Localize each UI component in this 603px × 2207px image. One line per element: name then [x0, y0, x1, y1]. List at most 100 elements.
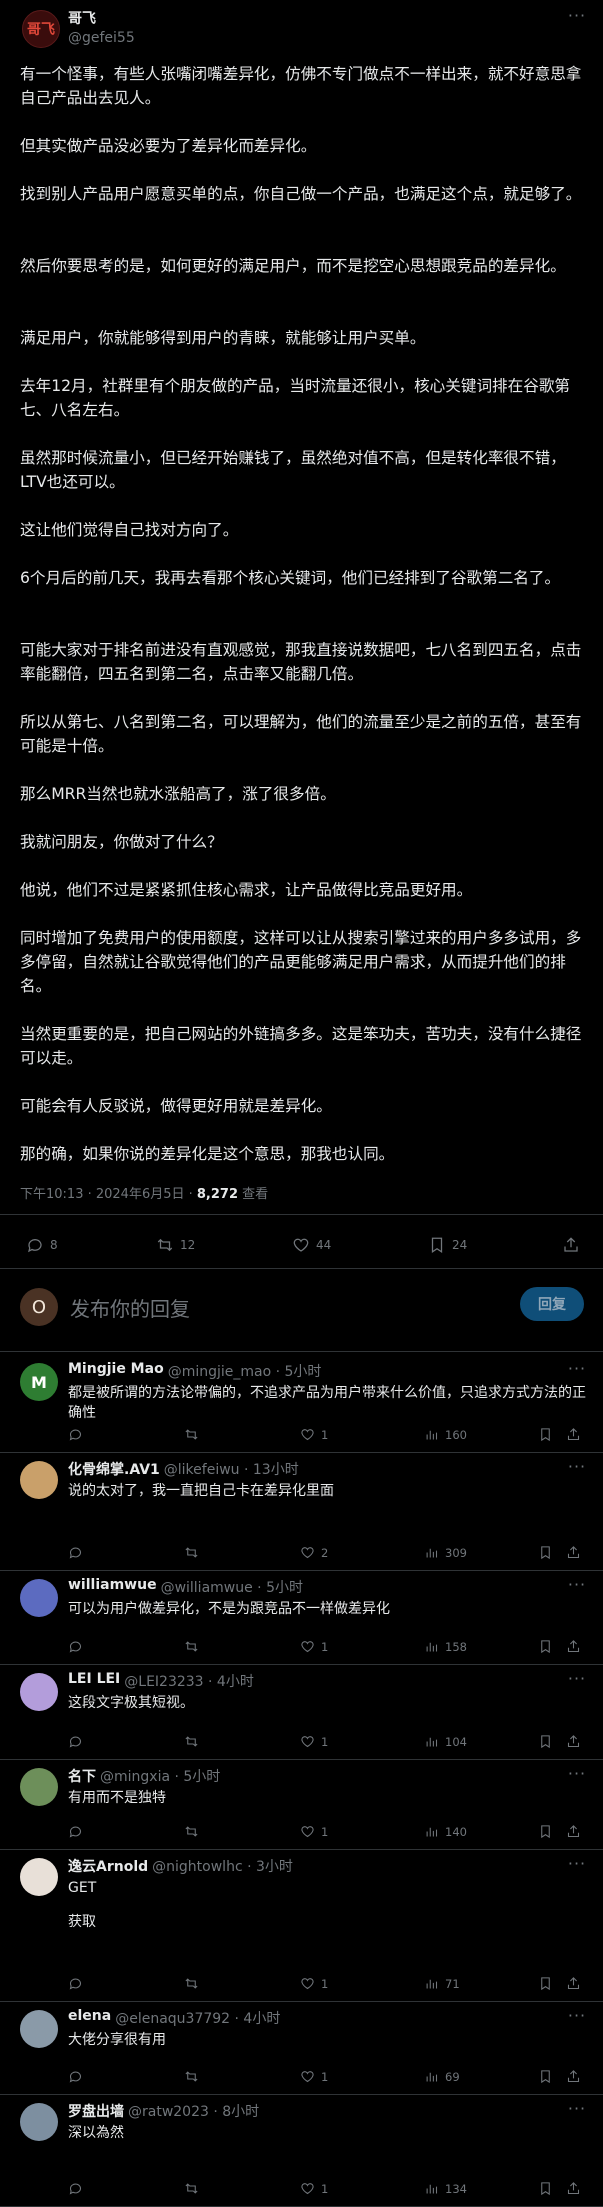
comment-bookmark-action[interactable] [538, 1545, 553, 1560]
author-name[interactable]: 哥飞 [68, 8, 96, 28]
comment-avatar[interactable] [20, 2010, 58, 2048]
comment-repost-action[interactable] [184, 1824, 199, 1839]
comment-handle-time[interactable]: @williamwue · 5小时 [161, 1577, 303, 1597]
comment-bookmark-action[interactable] [538, 1824, 553, 1839]
comment-row[interactable]: 名下 @mingxia · 5小时 ··· 有用而不是独特 1 140 [0, 1760, 603, 1850]
comment-repost-action[interactable] [184, 2181, 199, 2196]
reply-button[interactable]: 回复 [520, 1287, 584, 1321]
comment-views-action[interactable]: 104 [424, 1734, 467, 1749]
comment-like-action[interactable]: 1 [300, 2069, 328, 2084]
comment-avatar[interactable]: M [20, 1363, 58, 1401]
bookmark-action[interactable]: 24 [428, 1236, 467, 1254]
comment-bookmark-action[interactable] [538, 1639, 553, 1654]
comment-reply-action[interactable] [68, 2181, 83, 2196]
comment-author-name[interactable]: LEI LEI [68, 1671, 120, 1691]
more-options-icon[interactable]: ··· [566, 1577, 588, 1595]
comment-repost-action[interactable] [184, 1427, 199, 1442]
comment-views-action[interactable]: 160 [424, 1427, 467, 1442]
comment-handle-time[interactable]: @mingjie_mao · 5小时 [168, 1361, 322, 1381]
author-avatar[interactable]: 哥飞 [22, 10, 60, 48]
comment-handle-time[interactable]: @nightowlhc · 3小时 [152, 1856, 293, 1876]
comment-share-action[interactable] [566, 1639, 581, 1654]
comment-row[interactable]: elena @elenaqu37792 · 4小时 ··· 大佬分享很有用 1 69 [0, 2002, 603, 2095]
comment-share-action[interactable] [566, 1976, 581, 1991]
comment-views-action[interactable]: 158 [424, 1639, 467, 1654]
more-options-icon[interactable]: ··· [566, 1671, 588, 1689]
comment-avatar[interactable] [20, 1579, 58, 1617]
comment-like-action[interactable]: 1 [300, 2181, 328, 2196]
comment-repost-action[interactable] [184, 1734, 199, 1749]
comment-reply-action[interactable] [68, 1976, 83, 1991]
comment-like-action[interactable]: 1 [300, 1734, 328, 1749]
comment-repost-action[interactable] [184, 1545, 199, 1560]
comment-row[interactable]: 化骨绵掌.AV1 @likefeiwu · 13小时 ··· 说的太对了，我一直把自己… [0, 1453, 603, 1571]
comment-bookmark-action[interactable] [538, 2069, 553, 2084]
comment-like-action[interactable]: 1 [300, 1976, 328, 1991]
comment-repost-action[interactable] [184, 1639, 199, 1654]
comment-bookmark-action[interactable] [538, 2181, 553, 2196]
comment-author-name[interactable]: 化骨绵掌.AV1 [68, 1459, 160, 1479]
comment-row[interactable]: M Mingjie Mao @mingjie_mao · 5小时 ··· 都是被所谓的方… [0, 1355, 603, 1453]
more-options-icon[interactable]: ··· [566, 1856, 588, 1874]
share-action[interactable] [562, 1236, 580, 1254]
comment-like-action[interactable]: 1 [300, 1639, 328, 1654]
comment-author-name[interactable]: 名下 [68, 1766, 96, 1786]
comment-author-name[interactable]: williamwue [68, 1577, 157, 1597]
comment-author-name[interactable]: elena [68, 2008, 111, 2028]
comment-handle-time[interactable]: @elenaqu37792 · 4小时 [115, 2008, 280, 2028]
comment-reply-action[interactable] [68, 1639, 83, 1654]
comment-share-action[interactable] [566, 1427, 581, 1442]
comment-row[interactable]: 逸云Arnold @nightowlhc · 3小时 ··· GET 获取 1 71 [0, 1850, 603, 2002]
more-options-icon[interactable]: ··· [566, 1361, 588, 1379]
more-options-icon[interactable]: ··· [566, 2101, 588, 2119]
comment-share-action[interactable] [566, 2181, 581, 2196]
comment-like-action[interactable]: 2 [300, 1545, 328, 1560]
more-options-icon[interactable]: ··· [566, 2008, 588, 2026]
author-handle[interactable]: @gefei55 [68, 30, 135, 46]
comment-handle-time[interactable]: @LEI23233 · 4小时 [124, 1671, 254, 1691]
comment-reply-action[interactable] [68, 2069, 83, 2084]
comment-row[interactable]: williamwue @williamwue · 5小时 ··· 可以为用户做差异化，… [0, 1571, 603, 1665]
comment-share-action[interactable] [566, 1545, 581, 1560]
comment-author-name[interactable]: 罗盘出墙 [68, 2101, 124, 2121]
comment-bookmark-action[interactable] [538, 1976, 553, 1991]
comment-views-action[interactable]: 71 [424, 1976, 460, 1991]
comment-row[interactable]: LEI LEI @LEI23233 · 4小时 ··· 这段文字极其短视。 1 104 [0, 1665, 603, 1760]
more-options-icon[interactable]: ··· [566, 1459, 588, 1477]
comment-views-action[interactable]: 69 [424, 2069, 460, 2084]
more-options-icon[interactable]: ··· [566, 1766, 588, 1784]
repost-action[interactable]: 12 [156, 1236, 195, 1254]
comment-avatar[interactable] [20, 2103, 58, 2141]
comment-like-action[interactable]: 1 [300, 1824, 328, 1839]
comment-share-action[interactable] [566, 1824, 581, 1839]
comment-author-name[interactable]: Mingjie Mao [68, 1361, 164, 1381]
like-action[interactable]: 44 [292, 1236, 331, 1254]
comment-views-action[interactable]: 134 [424, 2181, 467, 2196]
comment-author-name[interactable]: 逸云Arnold [68, 1856, 148, 1876]
comment-share-action[interactable] [566, 2069, 581, 2084]
comment-bookmark-action[interactable] [538, 1427, 553, 1442]
post-timestamp[interactable]: 下午10:13 · 2024年6月5日 · 8,272 查看 [20, 1183, 268, 1202]
comment-bookmark-action[interactable] [538, 1734, 553, 1749]
comment-like-action[interactable]: 1 [300, 1427, 328, 1442]
comment-row[interactable]: 罗盘出墙 @ratw2023 · 8小时 ··· 深以為然 1 134 [0, 2095, 603, 2207]
reply-action[interactable]: 8 [26, 1236, 58, 1254]
comment-handle-time[interactable]: @ratw2023 · 8小时 [128, 2101, 259, 2121]
comment-avatar[interactable] [20, 1768, 58, 1806]
comment-repost-action[interactable] [184, 2069, 199, 2084]
comment-reply-action[interactable] [68, 1824, 83, 1839]
comment-share-action[interactable] [566, 1734, 581, 1749]
comment-avatar[interactable] [20, 1858, 58, 1896]
comment-reply-action[interactable] [68, 1545, 83, 1560]
comment-handle-time[interactable]: @mingxia · 5小时 [100, 1766, 220, 1786]
comment-reply-action[interactable] [68, 1734, 83, 1749]
comment-views-action[interactable]: 140 [424, 1824, 467, 1839]
comment-reply-action[interactable] [68, 1427, 83, 1442]
reply-input[interactable]: 发布你的回复 [70, 1293, 190, 1322]
comment-avatar[interactable] [20, 1673, 58, 1711]
comment-handle-time[interactable]: @likefeiwu · 13小时 [164, 1459, 299, 1479]
comment-repost-action[interactable] [184, 1976, 199, 1991]
comment-avatar[interactable] [20, 1461, 58, 1499]
more-options-icon[interactable]: ··· [566, 8, 588, 26]
comment-views-action[interactable]: 309 [424, 1545, 467, 1560]
